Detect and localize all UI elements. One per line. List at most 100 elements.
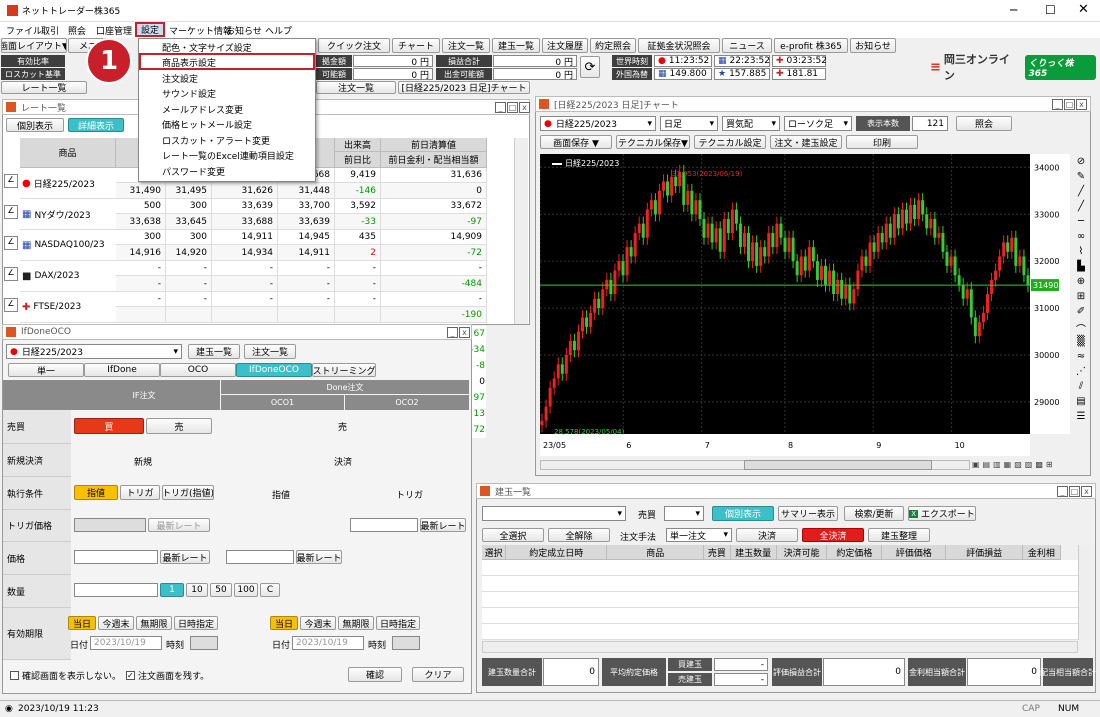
close-icon[interactable]: x <box>1081 486 1092 497</box>
minimize-icon[interactable]: _ <box>447 327 458 338</box>
qty-10-button[interactable]: 10 <box>186 583 208 597</box>
notice-button[interactable]: お知らせ <box>850 38 896 53</box>
chart-tool-icon[interactable]: ≈ <box>1074 351 1088 365</box>
table-row[interactable]: ▦ NASDAQ100/23 <box>20 230 116 261</box>
menu-settings[interactable]: 設定 <box>135 22 166 37</box>
positions-col-header[interactable]: 約定価格 <box>827 545 883 560</box>
settings-menu-item[interactable]: 価格ヒットメール設定 <box>142 117 312 133</box>
print-button[interactable]: 印刷 <box>846 135 918 149</box>
table-row[interactable]: ● 日経225/2023 <box>20 168 116 199</box>
sell-button[interactable]: 売 <box>146 418 212 434</box>
settings-menu-item[interactable]: ロスカット・アラート変更 <box>142 132 312 148</box>
minimize-icon[interactable]: _ <box>1052 99 1063 110</box>
latest-rate-button[interactable]: 最新レート <box>148 518 210 532</box>
inquiry-button[interactable]: 照会 <box>956 116 1012 131</box>
menu-trade[interactable]: 取引 <box>41 24 59 37</box>
chart-mini-icon[interactable]: ∠ <box>4 236 18 250</box>
settings-menu-item[interactable]: 注文設定 <box>142 70 312 86</box>
positions-vscroll[interactable] <box>1078 545 1091 640</box>
chart-tool-icon[interactable]: ⊕ <box>1074 276 1088 290</box>
menu-inquiry[interactable]: 照会 <box>68 24 86 37</box>
settings-menu-item[interactable]: サウンド設定 <box>142 86 312 102</box>
maximize-icon[interactable]: □ <box>507 102 518 113</box>
menu-notice[interactable]: お知らせ <box>226 24 262 37</box>
qty-50-button[interactable]: 50 <box>210 583 232 597</box>
chart-tool-icon[interactable]: ╱ <box>1074 186 1088 200</box>
minimize-icon[interactable]: _ <box>1057 486 1068 497</box>
qty-clear-button[interactable]: C <box>260 583 280 597</box>
qty-100-button[interactable]: 100 <box>234 583 258 597</box>
positions-product-select[interactable]: ▾ <box>482 506 626 521</box>
trigger-button[interactable]: トリガ <box>120 485 160 500</box>
chart-tool-icon[interactable]: ∞ <box>1074 231 1088 245</box>
news-button[interactable]: ニュース <box>722 38 772 53</box>
arrange-button[interactable]: 建玉整理 <box>868 528 930 542</box>
chart-tool-icon[interactable]: ▤ <box>1074 396 1088 410</box>
indefinite-button[interactable]: 無期限 <box>136 616 172 630</box>
today-button[interactable]: 当日 <box>68 616 96 630</box>
confirm-button[interactable]: 確認 <box>348 667 402 682</box>
contract-button[interactable]: 約定照会 <box>590 38 636 53</box>
positions-col-header[interactable]: 選択 <box>482 545 507 560</box>
positions-col-header[interactable]: 売買 <box>704 545 731 560</box>
export-button[interactable]: X エクスポート <box>908 506 976 521</box>
chart-tool-icon[interactable]: ▒ <box>1074 336 1088 350</box>
positions-col-header[interactable]: 評価価格 <box>882 545 947 560</box>
chart-tool-icon[interactable]: ⋰ <box>1074 366 1088 380</box>
time-input[interactable] <box>190 636 218 650</box>
weekend-button[interactable]: 今週末 <box>98 616 134 630</box>
chart-mini-icon[interactable]: ∠ <box>4 267 18 281</box>
indefinite-button[interactable]: 無期限 <box>338 616 374 630</box>
individual-view-button[interactable]: 個別表示 <box>712 506 774 521</box>
menu-help[interactable]: ヘルプ <box>265 24 292 37</box>
type-select[interactable]: ローソク足 ▾ <box>784 116 852 131</box>
eprofit-button[interactable]: e-profit 株365 <box>774 38 848 53</box>
positions-col-header[interactable]: 金利相 <box>1023 545 1061 560</box>
trigger-limit-button[interactable]: トリガ(指値) <box>162 485 214 500</box>
chart-tool-icon[interactable]: ╱ <box>1074 201 1088 215</box>
close-icon[interactable]: x <box>1076 99 1087 110</box>
positions-col-header[interactable]: 約定成立日時 <box>506 545 608 560</box>
latest-rate-button[interactable]: 最新レート <box>160 550 210 564</box>
chart-tool-icon[interactable]: ⌒ <box>1074 321 1088 336</box>
today-button[interactable]: 当日 <box>270 616 298 630</box>
rate-scrollbar[interactable] <box>514 138 528 324</box>
tab-ifdone[interactable]: IfDone <box>84 363 160 377</box>
tab-single[interactable]: 単一 <box>8 363 84 377</box>
deselect-all-button[interactable]: 全解除 <box>548 528 610 542</box>
latest-rate-button[interactable]: 最新レート <box>296 550 342 564</box>
close-icon[interactable]: x <box>459 327 470 338</box>
positions-col-header[interactable]: 評価損益 <box>946 545 1024 560</box>
keep-screen-checkbox[interactable]: ✓ 注文画面を残す。 <box>126 669 209 682</box>
date-input[interactable]: 2023/10/19 <box>90 636 162 650</box>
settings-menu-item[interactable]: レート一覧のExcel連動項目設定 <box>142 148 312 164</box>
positions-hscroll[interactable] <box>482 641 1078 653</box>
chart-tool-icon[interactable]: ⊞ <box>1074 291 1088 305</box>
maximize-icon[interactable]: ☐ <box>1045 3 1056 17</box>
layout-button[interactable]: 画面レイアウト▼ <box>1 38 67 53</box>
order-list-button[interactable]: 注文一覧 <box>244 344 296 359</box>
chart-mini-icon[interactable]: ∠ <box>4 205 18 219</box>
chart-tool-icon[interactable]: ⌇ <box>1074 246 1088 260</box>
positions-col-header[interactable]: 決済可能 <box>776 545 828 560</box>
oco1-price-input[interactable] <box>226 550 294 564</box>
product-select[interactable]: ● 日経225/2023 ▾ <box>6 344 182 359</box>
period-select[interactable]: 日足 ▾ <box>660 116 718 131</box>
tab-streaming[interactable]: ストリーミング <box>312 363 376 377</box>
tab-chart[interactable]: [日経225/2023 日足]チャート <box>398 81 530 94</box>
qty-1-button[interactable]: 1 <box>160 583 184 597</box>
menu-market[interactable]: マーケット情報 <box>169 24 232 37</box>
weekend-button[interactable]: 今週末 <box>300 616 336 630</box>
oco2-trig-input[interactable] <box>350 518 418 532</box>
close-icon[interactable]: x <box>519 102 530 113</box>
margin-button[interactable]: 証拠金状況照会 <box>638 38 720 53</box>
select-all-button[interactable]: 全選択 <box>482 528 544 542</box>
chart-button[interactable]: チャート <box>392 38 440 53</box>
candlestick-chart[interactable]: 34000 33000 32000 31000 30000 29000 23/05 6 7 8 9 1… <box>540 154 1070 456</box>
limit-button[interactable]: 指値 <box>74 485 118 500</box>
chart-tool-icon[interactable]: ✐ <box>1074 306 1088 320</box>
minimize-icon[interactable]: ─ <box>1010 3 1017 17</box>
table-row[interactable]: ■ DAX/2023 <box>20 261 116 292</box>
order-list-button[interactable]: 注文一覧 <box>442 38 490 53</box>
position-list-button[interactable]: 建玉一覧 <box>188 344 240 359</box>
